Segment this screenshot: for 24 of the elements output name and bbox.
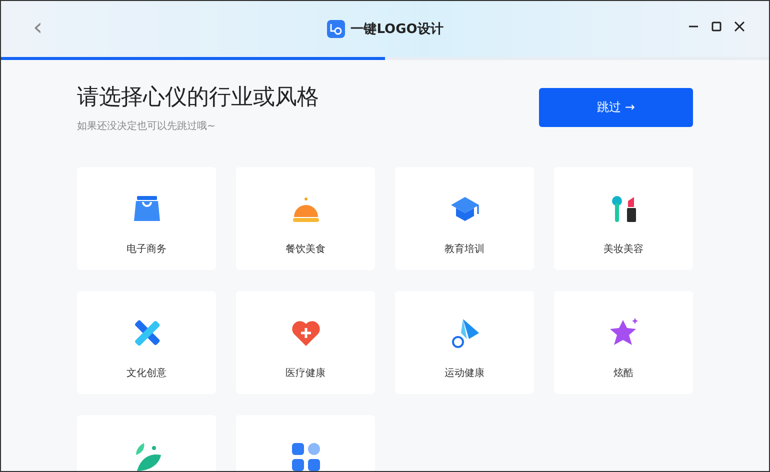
category-label: 医疗健康 [286, 366, 326, 380]
skip-button[interactable]: 跳过 → [539, 88, 693, 127]
category-label: 炫酷 [614, 366, 634, 380]
category-label: 文化创意 [126, 366, 166, 380]
page-heading: 请选择心仪的行业或风格 [77, 84, 319, 112]
maximize-icon[interactable] [711, 21, 722, 32]
category-card[interactable]: 文化创意 [77, 291, 216, 394]
page-subtitle: 如果还没决定也可以先跳过哦~ [77, 120, 216, 133]
category-card[interactable]: 美妆美容 [554, 167, 693, 270]
category-card[interactable]: 电子商务 [77, 167, 216, 270]
window-title: 一键LOGO设计 [350, 21, 444, 38]
category-card[interactable]: 运动健康 [395, 291, 534, 394]
category-label: 运动健康 [444, 366, 484, 380]
category-label: 餐饮美食 [286, 242, 326, 256]
category-label: 教育培训 [444, 242, 484, 256]
logo-icon [326, 20, 345, 38]
category-card[interactable]: 教育培训 [395, 167, 534, 270]
category-card[interactable]: 医疗健康 [236, 291, 375, 394]
category-label: 电子商务 [126, 242, 166, 256]
category-label: 美妆美容 [604, 242, 644, 256]
app-grid-icon [290, 441, 322, 471]
category-card[interactable]: 炫酷 [554, 291, 693, 394]
category-card[interactable]: 餐饮美食 [236, 167, 375, 270]
close-icon[interactable] [734, 21, 745, 32]
